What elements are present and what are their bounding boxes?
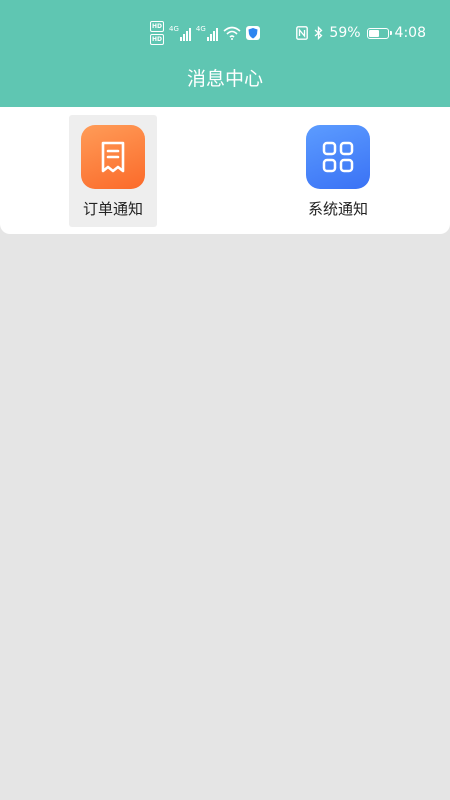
nfc-icon <box>296 26 309 40</box>
signal-1: 4G <box>169 25 191 41</box>
order-notification-tile[interactable]: 订单通知 <box>69 115 157 227</box>
battery-percent: 59% <box>329 25 361 41</box>
wifi-icon <box>223 26 241 40</box>
signal-1-tag: 4G <box>169 25 179 33</box>
cellular-signal-icon <box>206 27 218 41</box>
order-notification-icon-bg <box>81 125 145 189</box>
hd-tag-1: HD <box>150 21 165 32</box>
order-notification-label: 订单通知 <box>82 200 143 218</box>
app-header: HD HD 4G 4G 59% 4:08 消息中心 <box>0 0 450 107</box>
hd-tag-2: HD <box>150 34 165 45</box>
page-title: 消息中心 <box>186 68 263 90</box>
system-notification-tile[interactable]: 系统通知 <box>294 115 382 227</box>
status-bar-left: HD HD 4G 4G <box>150 20 260 46</box>
receipt-icon <box>101 141 125 173</box>
system-notification-icon-bg <box>306 125 370 189</box>
notification-type-panel: 订单通知 系统通知 <box>0 107 450 234</box>
battery-icon <box>366 27 392 39</box>
status-bar-right: 59% 4:08 <box>296 22 426 44</box>
status-bar: HD HD 4G 4G 59% 4:08 <box>0 0 450 62</box>
battery-fill <box>368 29 379 37</box>
signal-2-tag: 4G <box>195 25 206 33</box>
shield-icon <box>245 26 260 40</box>
signal-2: 4G <box>196 25 218 41</box>
cellular-signal-icon <box>179 27 191 41</box>
hd-indicator: HD HD <box>150 21 165 45</box>
bluetooth-icon <box>315 26 323 40</box>
grid-icon <box>322 141 354 173</box>
clock: 4:08 <box>394 25 426 41</box>
system-notification-label: 系统通知 <box>307 200 368 218</box>
